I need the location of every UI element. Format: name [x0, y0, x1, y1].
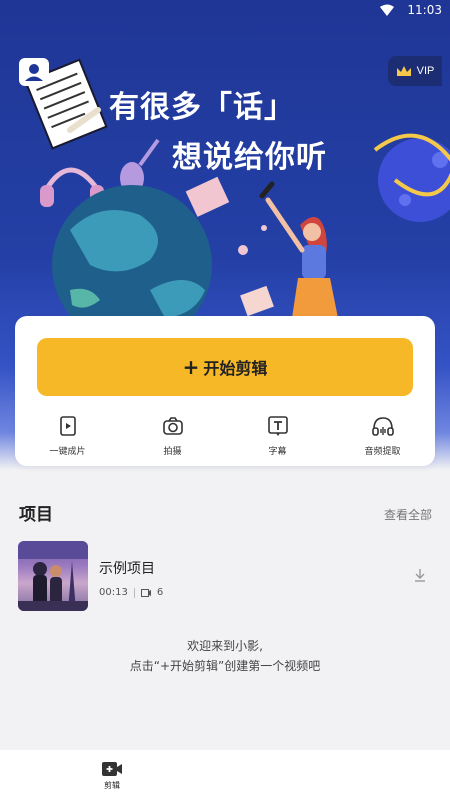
crown-icon — [396, 66, 411, 76]
project-meta: 00:13 6 — [99, 587, 163, 598]
tool-label: 字幕 — [268, 447, 287, 457]
floating-box-illustration — [185, 176, 230, 217]
meta-separator — [133, 587, 135, 598]
girl-illustration — [259, 181, 338, 318]
vip-button[interactable]: VIP — [388, 56, 442, 86]
main-action-card: + 开始剪辑 一键成片 拍摄 字幕 音频提取 — [15, 316, 435, 466]
tool-one-click-video[interactable]: 一键成片 — [15, 414, 120, 457]
tool-label: 拍摄 — [163, 447, 182, 457]
user-avatar-button[interactable] — [19, 58, 49, 86]
text-subtitle-icon — [266, 414, 290, 438]
welcome-line-1: 欢迎来到小影, — [187, 639, 263, 653]
download-icon[interactable] — [414, 568, 426, 582]
start-editing-button[interactable]: + 开始剪辑 — [37, 338, 413, 396]
gift-box-illustration — [240, 285, 274, 317]
tool-label: 一键成片 — [49, 447, 86, 457]
banner-headline-line1: 有很多「话」 — [109, 90, 295, 125]
welcome-tip: 欢迎来到小影, 点击“+开始剪辑”创建第一个视频吧 — [0, 636, 450, 676]
template-doc-icon — [56, 414, 80, 438]
bottom-nav: 剪辑 — [0, 750, 450, 800]
planet-illustration — [52, 185, 212, 330]
headphones-icon — [371, 414, 395, 438]
tool-camera[interactable]: 拍摄 — [120, 414, 225, 457]
user-icon — [25, 64, 43, 81]
project-duration: 00:13 — [99, 587, 128, 598]
projects-title: 项目 — [19, 505, 53, 525]
project-clip-count: 6 — [156, 587, 164, 598]
tool-label: 音频提取 — [364, 447, 401, 457]
tool-audio-extract[interactable]: 音频提取 — [330, 414, 435, 457]
welcome-line-2: 点击“+开始剪辑”创建第一个视频吧 — [129, 659, 321, 673]
clips-icon — [140, 588, 151, 597]
tool-subtitle[interactable]: 字幕 — [225, 414, 330, 457]
start-editing-label: 开始剪辑 — [203, 359, 268, 378]
project-name: 示例项目 — [99, 561, 155, 577]
vip-label: VIP — [416, 65, 435, 77]
project-item[interactable]: 示例项目 00:13 6 — [18, 541, 434, 613]
plus-icon: + — [182, 355, 200, 379]
camera-icon — [161, 414, 185, 438]
video-add-icon — [102, 762, 122, 776]
nav-item-label: 剪辑 — [104, 781, 120, 790]
microphone-illustration — [259, 181, 275, 199]
banner-headline-line2: 想说给你听 — [172, 140, 327, 175]
project-thumbnail — [18, 541, 88, 611]
view-all-link[interactable]: 查看全部 — [384, 506, 432, 523]
nav-item-edit[interactable]: 剪辑 — [92, 760, 132, 791]
tool-row: 一键成片 拍摄 字幕 音频提取 — [15, 414, 435, 457]
ringed-planet-illustration — [373, 133, 450, 222]
